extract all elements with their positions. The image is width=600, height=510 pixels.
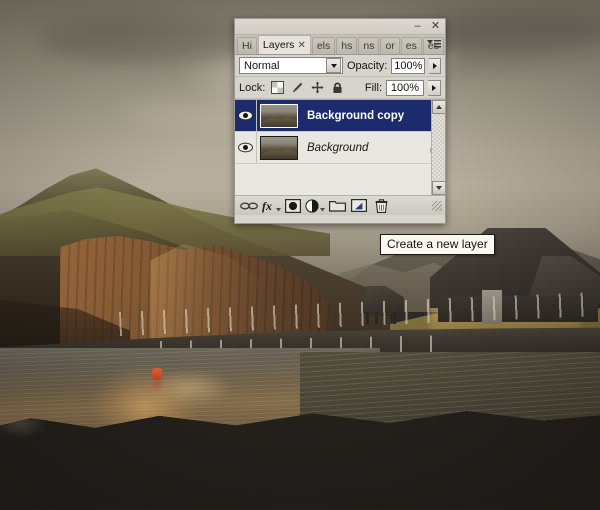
delete-layer-trash-icon xyxy=(375,198,387,213)
add-layer-style-button[interactable]: fx xyxy=(260,197,282,215)
layers-list: Background copy Background xyxy=(235,99,445,195)
link-layers-icon xyxy=(240,202,258,209)
lock-label: Lock: xyxy=(239,81,266,94)
opacity-label: Opacity: xyxy=(347,59,388,72)
buoy-reflection xyxy=(153,380,161,389)
new-group-button[interactable] xyxy=(326,197,348,215)
lock-row: Lock: Fill: 100% xyxy=(235,77,445,99)
blend-mode-row: Normal Opacity: 100% xyxy=(235,55,445,77)
lock-all-icon[interactable] xyxy=(331,81,344,94)
new-group-folder-icon xyxy=(328,201,346,212)
delete-layer-button[interactable] xyxy=(370,197,392,215)
layer-name-label: Background xyxy=(307,141,369,154)
tab-paths[interactable]: hs xyxy=(336,37,358,54)
close-icon[interactable]: ✕ xyxy=(430,21,441,32)
tab-layers[interactable]: Layers ✕ xyxy=(257,35,311,54)
fill-input[interactable]: 100% xyxy=(386,79,424,96)
panel-resize-grip[interactable] xyxy=(432,200,442,211)
minimize-icon[interactable]: – xyxy=(412,21,423,32)
lock-transparency-icon[interactable] xyxy=(271,81,285,94)
layer-row-background-copy[interactable]: Background copy xyxy=(235,100,445,132)
layer-row-background[interactable]: Background xyxy=(235,132,445,164)
tab-actions[interactable]: ns xyxy=(358,37,380,54)
cloud xyxy=(430,10,600,48)
lock-image-icon[interactable] xyxy=(291,81,304,94)
chevron-down-icon[interactable] xyxy=(326,58,341,73)
opacity-input[interactable]: 100% xyxy=(391,57,426,74)
red-buoy xyxy=(152,368,162,380)
tab-hi[interactable]: Hi xyxy=(237,37,257,54)
blend-mode-value: Normal xyxy=(244,59,280,72)
scroll-down-icon[interactable] xyxy=(432,181,445,195)
panel-titlebar[interactable]: – ✕ xyxy=(235,19,445,35)
layer-mask-icon xyxy=(285,198,301,213)
layer-visibility-toggle[interactable] xyxy=(235,132,257,163)
blend-mode-select[interactable]: Normal xyxy=(239,57,343,74)
layers-bottom-toolbar: fx xyxy=(235,195,445,215)
panel-tabbar: Hi Layers ✕ els hs ns or es es xyxy=(235,35,445,55)
tab-color[interactable]: or xyxy=(380,37,400,54)
lock-icon-group xyxy=(271,81,344,94)
opacity-slider-arrow-icon[interactable] xyxy=(429,57,441,74)
link-layers-button[interactable] xyxy=(238,197,260,215)
eye-icon xyxy=(238,110,253,121)
tooltip: Create a new layer xyxy=(380,234,495,255)
scroll-up-icon[interactable] xyxy=(432,100,445,114)
tab-styles[interactable]: es xyxy=(400,37,422,54)
screenshot-root: – ✕ Hi Layers ✕ els hs ns or es es Norma… xyxy=(0,0,600,510)
layer-style-fx-icon: fx xyxy=(262,199,281,213)
panel-menu-icon[interactable] xyxy=(425,36,443,53)
new-adjustment-layer-button[interactable] xyxy=(304,197,326,215)
tab-channels[interactable]: els xyxy=(311,37,336,54)
svg-text:fx: fx xyxy=(262,199,272,213)
sun-reflection xyxy=(130,358,250,418)
layer-visibility-toggle[interactable] xyxy=(235,100,257,131)
tab-close-icon[interactable]: ✕ xyxy=(297,36,305,54)
fill-slider-arrow-icon[interactable] xyxy=(428,79,441,96)
create-new-layer-button[interactable] xyxy=(348,197,370,215)
tab-layers-label: Layers xyxy=(262,38,295,51)
layer-thumbnail[interactable] xyxy=(260,103,298,128)
layer-thumbnail[interactable] xyxy=(260,135,298,160)
adjustment-layer-icon xyxy=(305,198,325,213)
add-layer-mask-button[interactable] xyxy=(282,197,304,215)
fill-label: Fill: xyxy=(364,81,382,94)
eye-icon xyxy=(238,142,253,153)
lock-position-icon[interactable] xyxy=(311,81,324,94)
layers-panel: – ✕ Hi Layers ✕ els hs ns or es es Norma… xyxy=(234,18,446,224)
layer-name-label: Background copy xyxy=(307,109,405,122)
layers-scrollbar[interactable] xyxy=(431,100,445,195)
new-layer-icon xyxy=(351,199,367,212)
